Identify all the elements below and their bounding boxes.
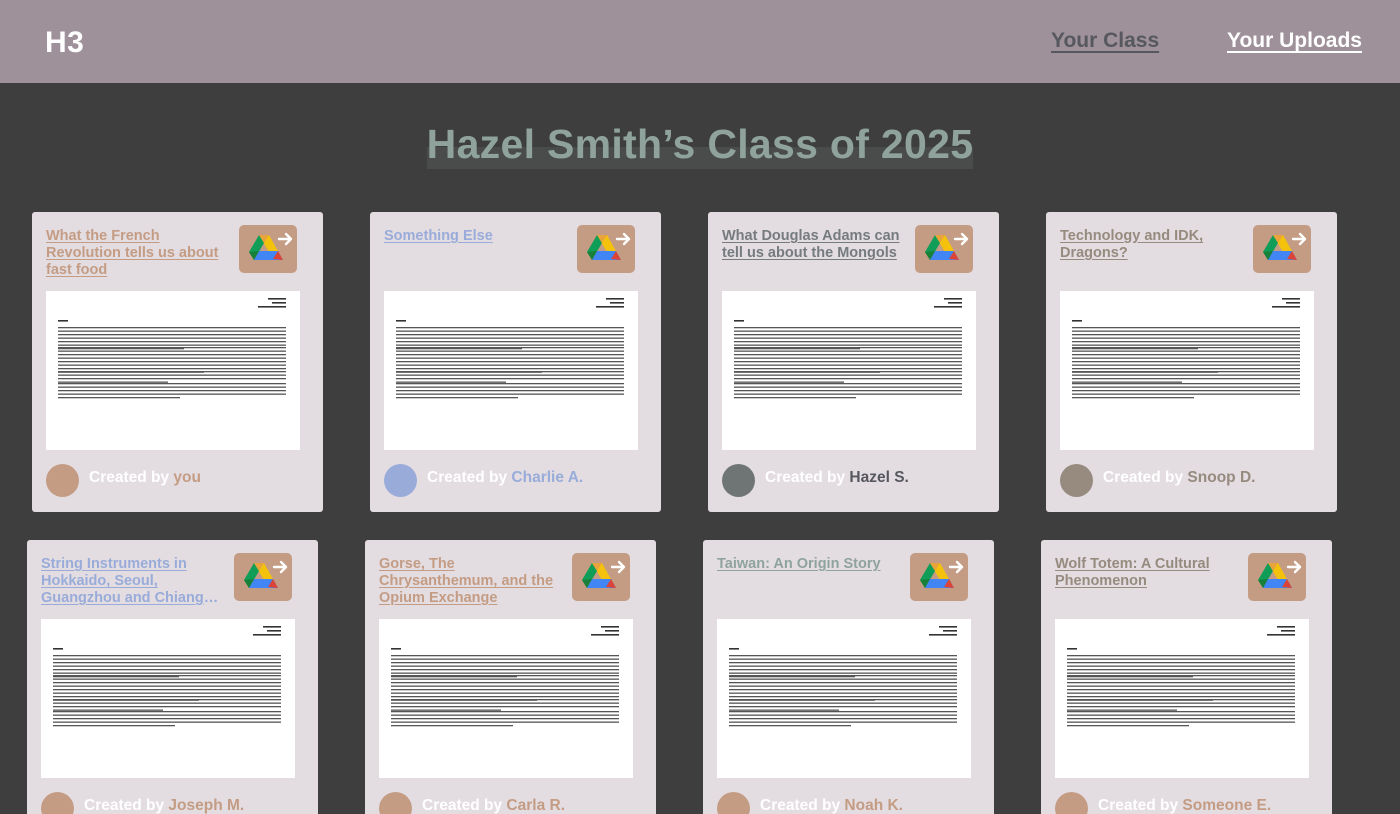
google-drive-button[interactable] xyxy=(915,225,973,273)
nav-your-class-link[interactable]: Your Class xyxy=(1051,29,1159,53)
avatar xyxy=(46,464,79,497)
author-name[interactable]: Hazel S. xyxy=(849,469,908,486)
page-title: Hazel Smith’s Class of 2025 xyxy=(426,121,974,169)
document-preview[interactable] xyxy=(717,619,971,778)
card-credit: Created by Joseph M. xyxy=(84,797,244,814)
avatar xyxy=(717,792,750,814)
author-name[interactable]: Someone E. xyxy=(1182,797,1271,814)
card-title-link[interactable]: String Instruments in Hokkaido, Seoul, G… xyxy=(41,556,221,607)
google-drive-button[interactable] xyxy=(910,553,968,601)
card-credit: Created by Noah K. xyxy=(760,797,903,814)
author-name[interactable]: you xyxy=(173,469,201,486)
avatar xyxy=(384,464,417,497)
google-drive-export-icon xyxy=(925,232,969,260)
card-credit: Created by Charlie A. xyxy=(427,469,583,487)
google-drive-button[interactable] xyxy=(234,553,292,601)
upload-card[interactable]: Gorse, The Chrysanthemum, and the Opium … xyxy=(365,540,656,814)
card-title-link[interactable]: Wolf Totem: A Cultural Phenomenon xyxy=(1055,556,1235,590)
avatar xyxy=(1055,792,1088,814)
author-name[interactable]: Charlie A. xyxy=(511,469,583,486)
avatar xyxy=(1060,464,1093,497)
google-drive-export-icon xyxy=(244,560,288,588)
nav-your-uploads-link[interactable]: Your Uploads xyxy=(1227,29,1362,53)
credit-prefix: Created by xyxy=(427,469,512,486)
card-credit: Created by Hazel S. xyxy=(765,469,909,487)
document-preview[interactable] xyxy=(722,291,976,450)
author-name[interactable]: Snoop D. xyxy=(1187,469,1255,486)
author-name[interactable]: Joseph M. xyxy=(168,797,244,814)
avatar xyxy=(41,792,74,814)
upload-card[interactable]: Technology and IDK, Dragons? Created by … xyxy=(1046,212,1337,512)
author-name[interactable]: Noah K. xyxy=(844,797,903,814)
card-title-link[interactable]: Taiwan: An Origin Story xyxy=(717,556,897,573)
google-drive-button[interactable] xyxy=(577,225,635,273)
page-title-container: Hazel Smith’s Class of 2025 xyxy=(0,120,1400,169)
credit-prefix: Created by xyxy=(422,797,507,814)
google-drive-button[interactable] xyxy=(1253,225,1311,273)
card-title-link[interactable]: Gorse, The Chrysanthemum, and the Opium … xyxy=(379,556,559,607)
logo[interactable]: H3 xyxy=(45,26,84,60)
google-drive-button[interactable] xyxy=(239,225,297,273)
google-drive-export-icon xyxy=(582,560,626,588)
credit-prefix: Created by xyxy=(1098,797,1183,814)
avatar xyxy=(379,792,412,814)
google-drive-button[interactable] xyxy=(572,553,630,601)
card-title-link[interactable]: What Douglas Adams can tell us about the… xyxy=(722,228,902,262)
card-title-link[interactable]: Something Else xyxy=(384,228,564,245)
document-preview[interactable] xyxy=(1060,291,1314,450)
google-drive-export-icon xyxy=(1258,560,1302,588)
document-preview[interactable] xyxy=(379,619,633,778)
credit-prefix: Created by xyxy=(760,797,845,814)
upload-card[interactable]: String Instruments in Hokkaido, Seoul, G… xyxy=(27,540,318,814)
google-drive-export-icon xyxy=(587,232,631,260)
card-credit: Created by Someone E. xyxy=(1098,797,1271,814)
document-preview[interactable] xyxy=(384,291,638,450)
top-navigation-bar: H3 Your Class Your Uploads xyxy=(0,0,1400,83)
card-title-link[interactable]: Technology and IDK, Dragons? xyxy=(1060,228,1240,262)
upload-card[interactable]: Taiwan: An Origin Story Created by Noah … xyxy=(703,540,994,814)
google-drive-export-icon xyxy=(920,560,964,588)
avatar xyxy=(722,464,755,497)
google-drive-button[interactable] xyxy=(1248,553,1306,601)
upload-card[interactable]: Wolf Totem: A Cultural Phenomenon Create… xyxy=(1041,540,1332,814)
card-title-link[interactable]: What the French Revolution tells us abou… xyxy=(46,228,226,279)
card-credit: Created by Carla R. xyxy=(422,797,565,814)
document-preview[interactable] xyxy=(1055,619,1309,778)
upload-card[interactable]: Something Else Created by Charlie A. xyxy=(370,212,661,512)
document-preview[interactable] xyxy=(46,291,300,450)
google-drive-export-icon xyxy=(1263,232,1307,260)
credit-prefix: Created by xyxy=(84,797,169,814)
credit-prefix: Created by xyxy=(765,469,850,486)
card-credit: Created by Snoop D. xyxy=(1103,469,1255,487)
upload-card[interactable]: What Douglas Adams can tell us about the… xyxy=(708,212,999,512)
credit-prefix: Created by xyxy=(89,469,174,486)
card-credit: Created by you xyxy=(89,469,201,487)
credit-prefix: Created by xyxy=(1103,469,1188,486)
google-drive-export-icon xyxy=(249,232,293,260)
upload-card[interactable]: What the French Revolution tells us abou… xyxy=(32,212,323,512)
author-name[interactable]: Carla R. xyxy=(506,797,565,814)
document-preview[interactable] xyxy=(41,619,295,778)
